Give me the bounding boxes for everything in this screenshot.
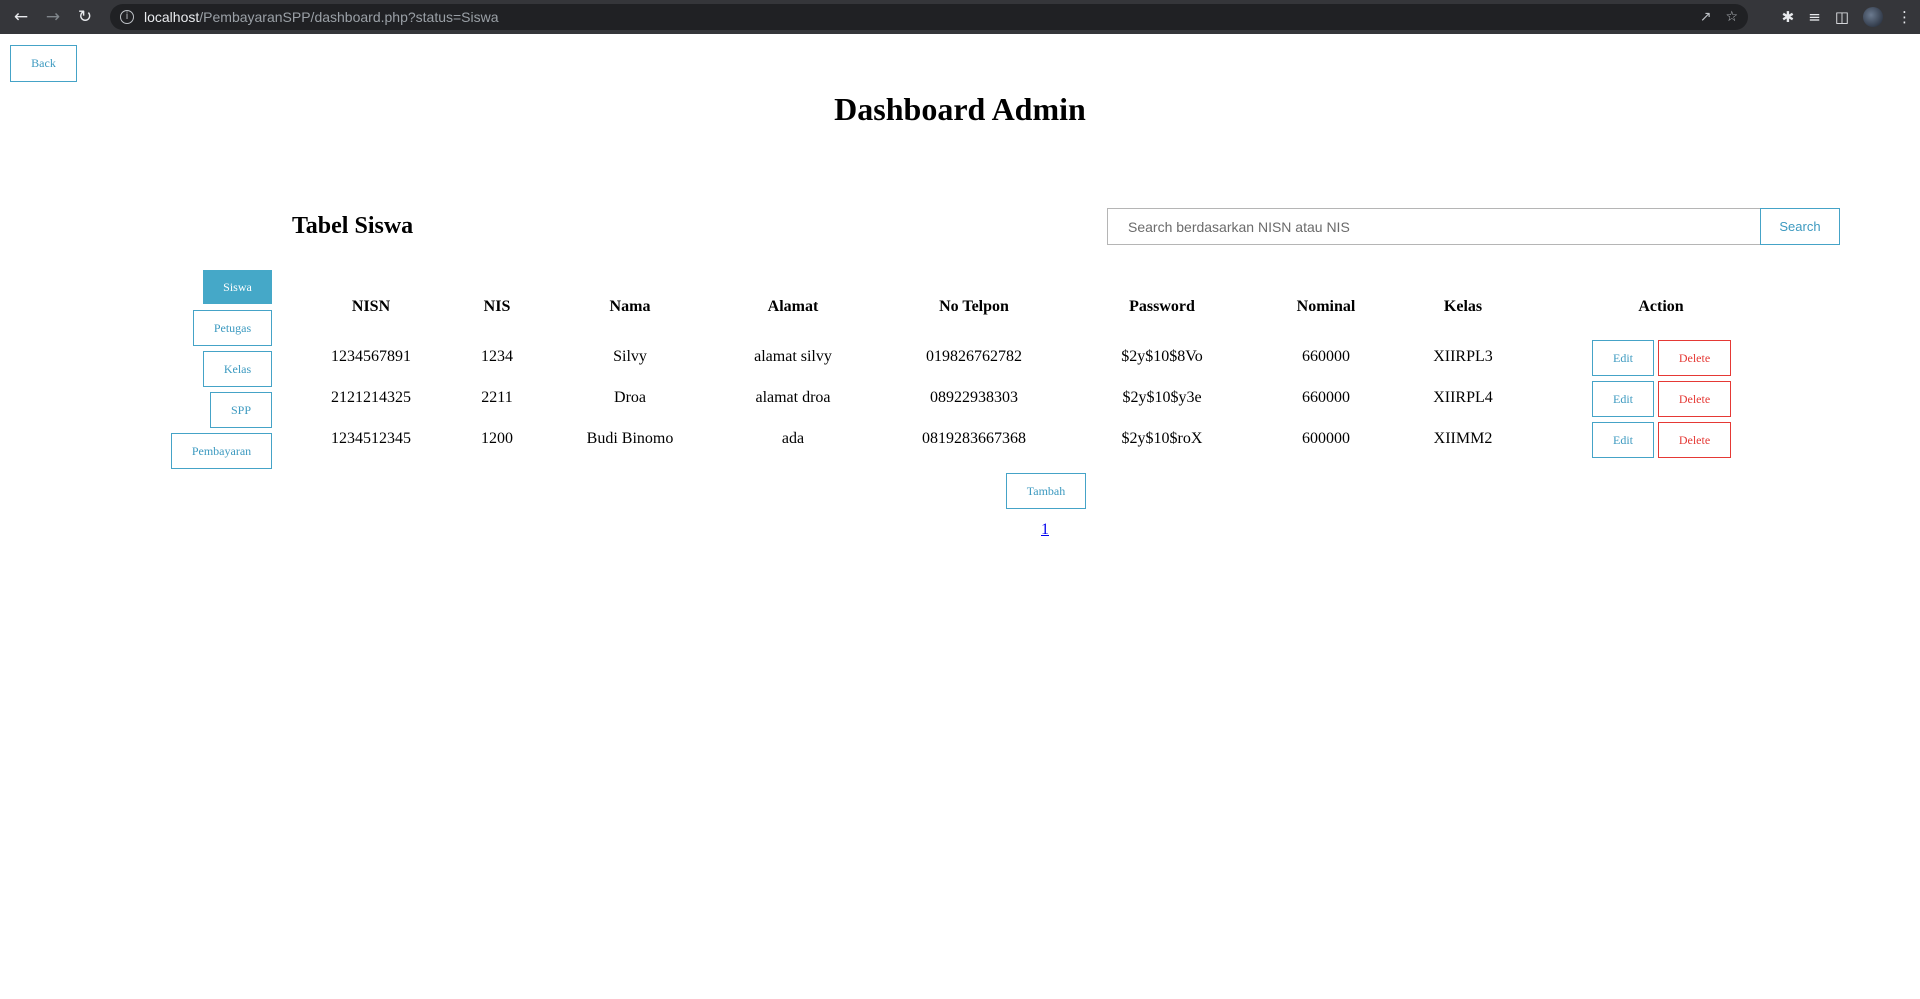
edit-button[interactable]: Edit <box>1592 340 1654 376</box>
section-title: Tabel Siswa <box>292 213 414 239</box>
address-bar[interactable]: i localhost/PembayaranSPP/dashboard.php?… <box>110 4 1748 30</box>
header-alamat: Alamat <box>767 298 819 315</box>
back-button[interactable]: Back <box>10 45 77 82</box>
header-nis: NIS <box>483 298 511 315</box>
sidebar-item-pembayaran[interactable]: Pembayaran <box>171 433 272 469</box>
url-host: localhost <box>144 9 200 25</box>
delete-button[interactable]: Delete <box>1658 340 1731 376</box>
cell-nisn: 2121214325 <box>331 389 411 406</box>
cell-nisn: 1234512345 <box>331 430 411 447</box>
search-button[interactable]: Search <box>1760 208 1840 245</box>
header-kelas: Kelas <box>1443 298 1483 315</box>
cell-no-telpon: 0819283667368 <box>922 430 1026 447</box>
browser-toolbar: ← → ↻ i localhost/PembayaranSPP/dashboar… <box>0 0 1920 34</box>
reload-icon[interactable]: ↻ <box>70 0 100 34</box>
site-info-icon[interactable]: i <box>120 10 134 24</box>
cell-password: $2y$10$y3e <box>1122 389 1202 406</box>
cell-nama: Budi Binomo <box>586 430 674 447</box>
edit-button[interactable]: Edit <box>1592 381 1654 417</box>
bookmark-star-icon[interactable]: ☆ <box>1725 9 1738 25</box>
search-input[interactable] <box>1107 208 1761 245</box>
delete-button[interactable]: Delete <box>1658 422 1731 458</box>
cell-nominal: 600000 <box>1302 430 1350 447</box>
url-path: /PembayaranSPP/dashboard.php?status=Sisw… <box>199 9 499 25</box>
cell-kelas: XIIRPL3 <box>1433 348 1493 365</box>
pagination-link-1[interactable]: 1 <box>1041 521 1049 539</box>
cell-nominal: 660000 <box>1302 348 1350 365</box>
side-panel-icon[interactable]: ◫ <box>1835 8 1849 26</box>
cell-no-telpon: 019826762782 <box>926 348 1022 365</box>
cell-nis: 1200 <box>481 430 513 447</box>
sidebar-item-kelas[interactable]: Kelas <box>203 351 272 387</box>
cell-password: $2y$10$8Vo <box>1121 348 1203 365</box>
header-action: Action <box>1638 298 1684 315</box>
header-nominal: Nominal <box>1296 298 1356 315</box>
share-icon[interactable]: ↗ <box>1700 9 1712 25</box>
profile-avatar[interactable] <box>1863 7 1883 27</box>
extensions-icon[interactable]: ✱ <box>1782 8 1795 26</box>
cell-nis: 2211 <box>481 389 513 406</box>
add-student-button[interactable]: Tambah <box>1006 473 1086 509</box>
cell-nis: 1234 <box>481 348 513 365</box>
menu-kebab-icon[interactable]: ⋮ <box>1897 8 1912 26</box>
sidebar-item-petugas[interactable]: Petugas <box>193 310 272 346</box>
header-nisn: NISN <box>351 298 391 315</box>
forward-arrow-icon[interactable]: → <box>38 0 68 34</box>
cell-alamat: ada <box>781 430 805 447</box>
sidebar-item-siswa[interactable]: Siswa <box>203 270 272 304</box>
edit-button[interactable]: Edit <box>1592 422 1654 458</box>
cell-alamat: alamat droa <box>755 389 831 406</box>
page-title: Dashboard Admin <box>834 91 1086 127</box>
reading-list-icon[interactable]: ≡ <box>1808 8 1821 26</box>
cell-kelas: XIIMM2 <box>1433 430 1493 447</box>
cell-kelas: XIIRPL4 <box>1433 389 1493 406</box>
cell-nisn: 1234567891 <box>331 348 411 365</box>
header-no-telpon: No Telpon <box>939 298 1009 315</box>
back-arrow-icon[interactable]: ← <box>6 0 36 34</box>
cell-password: $2y$10$roX <box>1121 430 1203 447</box>
cell-nama: Silvy <box>613 348 647 365</box>
cell-no-telpon: 08922938303 <box>930 389 1018 406</box>
cell-nama: Droa <box>614 389 646 406</box>
sidebar-item-spp[interactable]: SPP <box>210 392 272 428</box>
header-nama: Nama <box>609 298 651 315</box>
header-password: Password <box>1129 298 1195 315</box>
cell-alamat: alamat silvy <box>754 348 832 365</box>
delete-button[interactable]: Delete <box>1658 381 1731 417</box>
cell-nominal: 660000 <box>1302 389 1350 406</box>
